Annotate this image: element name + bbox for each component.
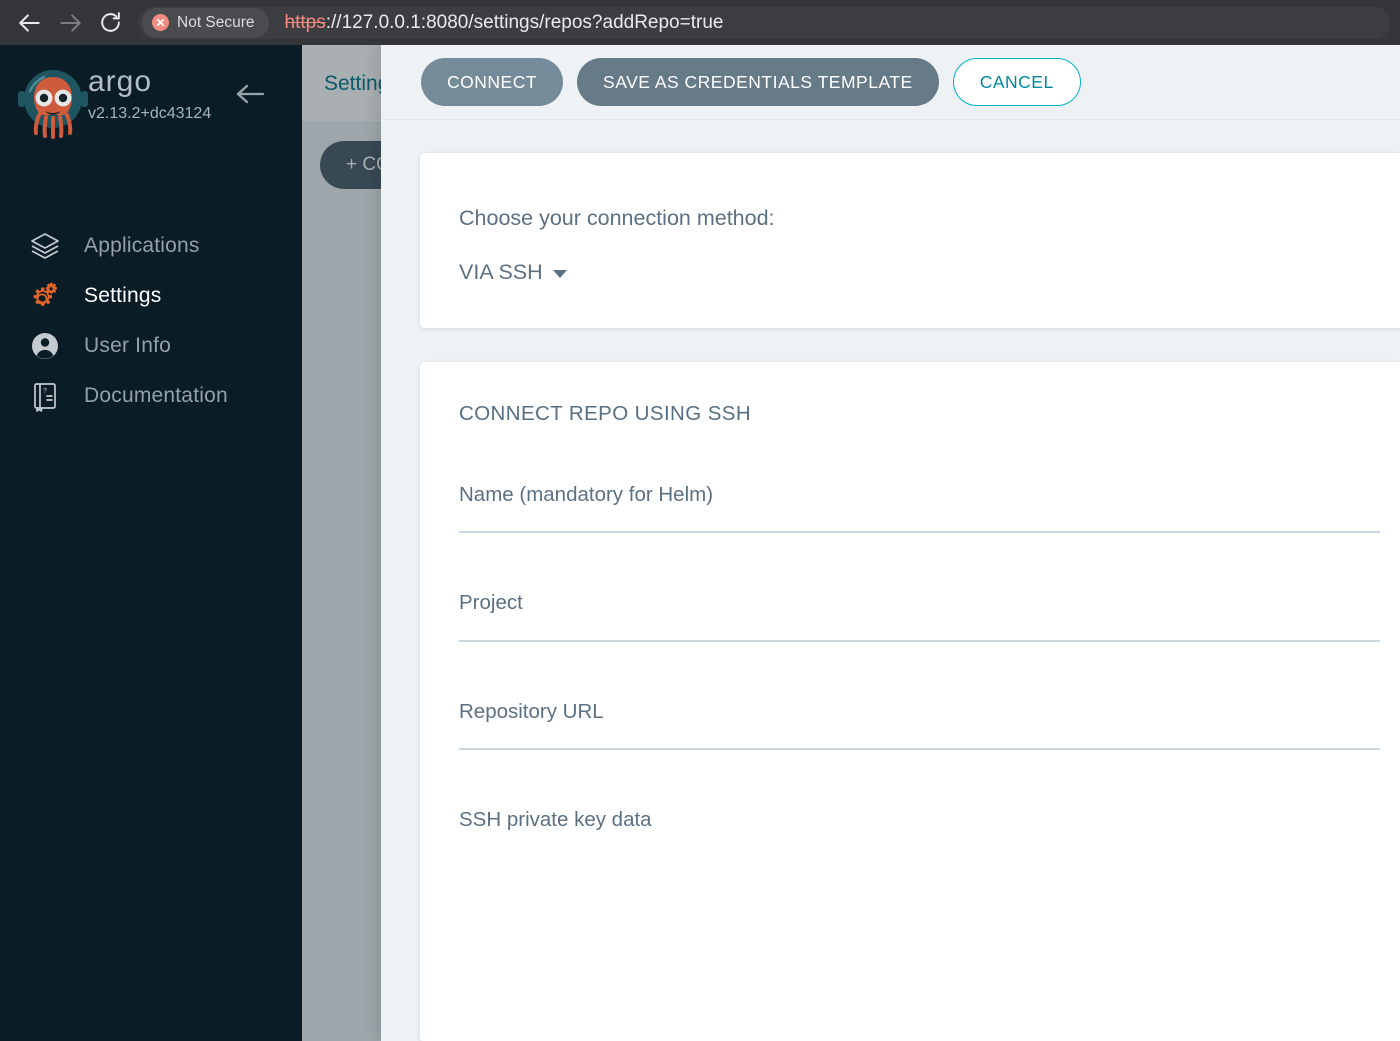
argo-octopus-logo [18, 70, 88, 139]
field-label-repository-url: Repository URL [459, 699, 604, 723]
cancel-button[interactable]: CANCEL [952, 58, 1081, 106]
connection-method-prompt: Choose your connection method: [459, 206, 775, 230]
browser-chrome: Not Secure https://127.0.0.1:8080/settin… [0, 0, 1400, 45]
url-path: ://127.0.0.1:8080/settings/repos?addRepo… [325, 11, 724, 33]
sidebar-item-user-info[interactable]: User Info [0, 321, 302, 371]
field-label-project: Project [459, 591, 523, 614]
address-bar-url[interactable]: https://127.0.0.1:8080/settings/repos?ad… [285, 12, 724, 34]
security-status-label: Not Secure [177, 13, 255, 31]
field-label-name: Name (mandatory for Helm) [459, 482, 714, 506]
sidebar-item-documentation[interactable]: ? Documentation [0, 371, 302, 421]
user-circle-icon [28, 329, 62, 363]
repository-url-input[interactable] [459, 722, 1380, 750]
field-label-ssh-private-key-data: SSH private key data [459, 808, 652, 831]
book-icon: ? [28, 379, 62, 413]
brand-header: argo v2.13.2+dc43124 [0, 45, 302, 165]
panel-toolbar: CONNECT SAVE AS CREDENTIALS TEMPLATE CAN… [381, 45, 1400, 120]
browser-forward-button[interactable] [50, 3, 90, 43]
gears-icon [28, 279, 62, 313]
add-repository-panel: CONNECT SAVE AS CREDENTIALS TEMPLATE CAN… [381, 45, 1400, 1041]
ssh-private-key-data-input[interactable] [459, 842, 1380, 1003]
connection-method-card: Choose your connection method: VIA SSH [420, 153, 1400, 328]
sidebar-nav: Applications Settings User Info ? Docume… [0, 221, 302, 421]
reload-icon [100, 12, 120, 32]
sidebar-label-applications: Applications [84, 234, 200, 257]
arrow-left-icon [19, 13, 40, 32]
sidebar-label-documentation: Documentation [84, 384, 228, 407]
field-project: Project [459, 591, 1380, 642]
sidebar: argo v2.13.2+dc43124 Applications Settin… [0, 45, 302, 1041]
security-status-badge[interactable]: Not Secure [142, 7, 269, 38]
svg-text:?: ? [43, 388, 47, 395]
brand-version: v2.13.2+dc43124 [88, 105, 212, 122]
sidebar-collapse-button[interactable] [234, 81, 266, 112]
field-name: Name (mandatory for Helm) [459, 482, 1380, 533]
project-input[interactable] [459, 613, 1380, 642]
connect-repo-form-card: CONNECT REPO USING SSH Name (mandatory f… [420, 362, 1400, 1041]
browser-back-button[interactable] [10, 3, 50, 43]
sidebar-label-settings: Settings [84, 284, 162, 307]
not-secure-icon [152, 14, 169, 31]
layers-icon [28, 229, 62, 263]
field-ssh-private-key-data: SSH private key data [459, 808, 1380, 1003]
field-repository-url: Repository URL [459, 699, 1380, 750]
form-title: CONNECT REPO USING SSH [459, 402, 752, 425]
connection-method-dropdown[interactable]: VIA SSH [459, 259, 567, 284]
save-as-credentials-template-button[interactable]: SAVE AS CREDENTIALS TEMPLATE [577, 58, 939, 106]
browser-reload-button[interactable] [90, 3, 130, 43]
connect-button[interactable]: CONNECT [421, 58, 564, 106]
connection-method-value: VIA SSH [459, 259, 543, 284]
panel-body: Choose your connection method: VIA SSH C… [381, 120, 1400, 1041]
sidebar-item-applications[interactable]: Applications [0, 221, 302, 271]
browser-address-bar[interactable]: Not Secure https://127.0.0.1:8080/settin… [138, 6, 1390, 39]
name-input[interactable] [459, 505, 1380, 533]
brand-text: argo v2.13.2+dc43124 [88, 67, 211, 122]
chevron-down-icon [552, 269, 567, 278]
brand-name: argo [88, 65, 153, 98]
sidebar-item-settings[interactable]: Settings [0, 271, 302, 321]
url-scheme: https [284, 11, 326, 33]
sidebar-label-user-info: User Info [84, 334, 171, 357]
arrow-left-icon [236, 84, 265, 104]
argocd-app: Settings + CONNECT REPO [0, 45, 1400, 1041]
arrow-right-icon [60, 13, 81, 32]
